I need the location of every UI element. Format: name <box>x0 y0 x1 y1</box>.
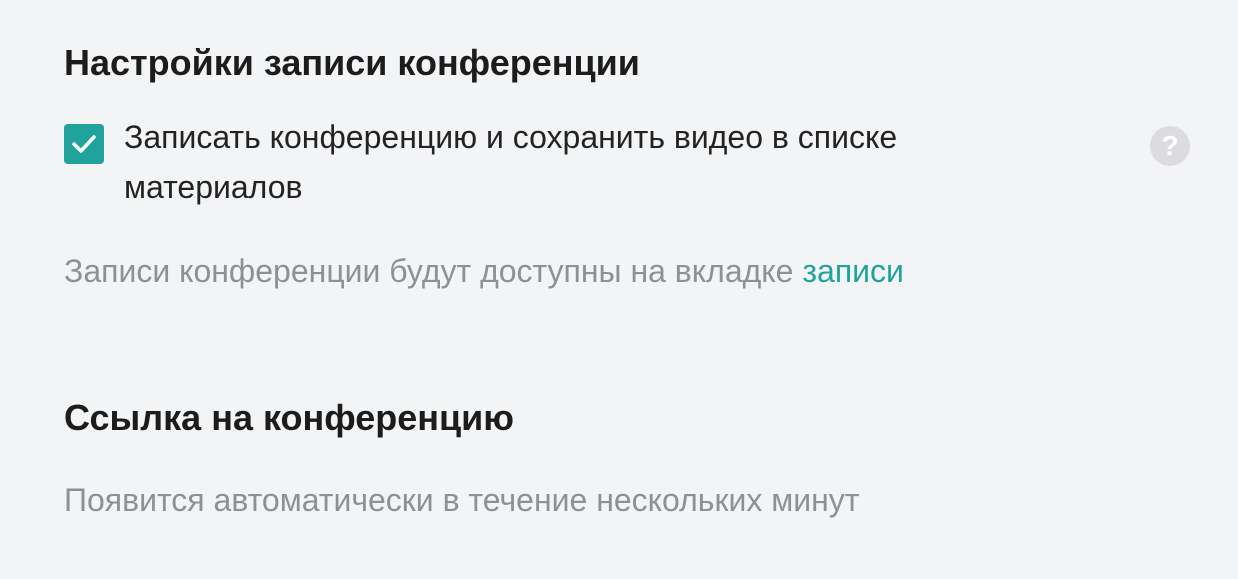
conference-link-title: Ссылка на конференцию <box>64 397 515 438</box>
record-conference-checkbox[interactable] <box>64 124 104 164</box>
recordings-tab-link[interactable]: записи <box>802 253 904 289</box>
help-icon[interactable]: ? <box>1150 126 1190 166</box>
record-conference-option[interactable]: Записать конференцию и сохранить видео в… <box>64 112 1204 212</box>
record-conference-label[interactable]: Записать конференцию и сохранить видео в… <box>124 112 1004 212</box>
recordings-hint-text: Записи конференции будут доступны на вкл… <box>64 253 803 289</box>
conference-link-section: Ссылка на конференцию Появится автоматич… <box>64 396 1204 520</box>
recordings-hint: Записи конференции будут доступны на вкл… <box>64 251 1204 291</box>
checkmark-icon <box>72 135 96 153</box>
conference-link-status: Появится автоматически в течение несколь… <box>64 482 860 518</box>
recording-settings-section: Настройки записи конференции Записать ко… <box>64 41 1204 291</box>
recording-settings-title: Настройки записи конференции <box>64 42 640 83</box>
